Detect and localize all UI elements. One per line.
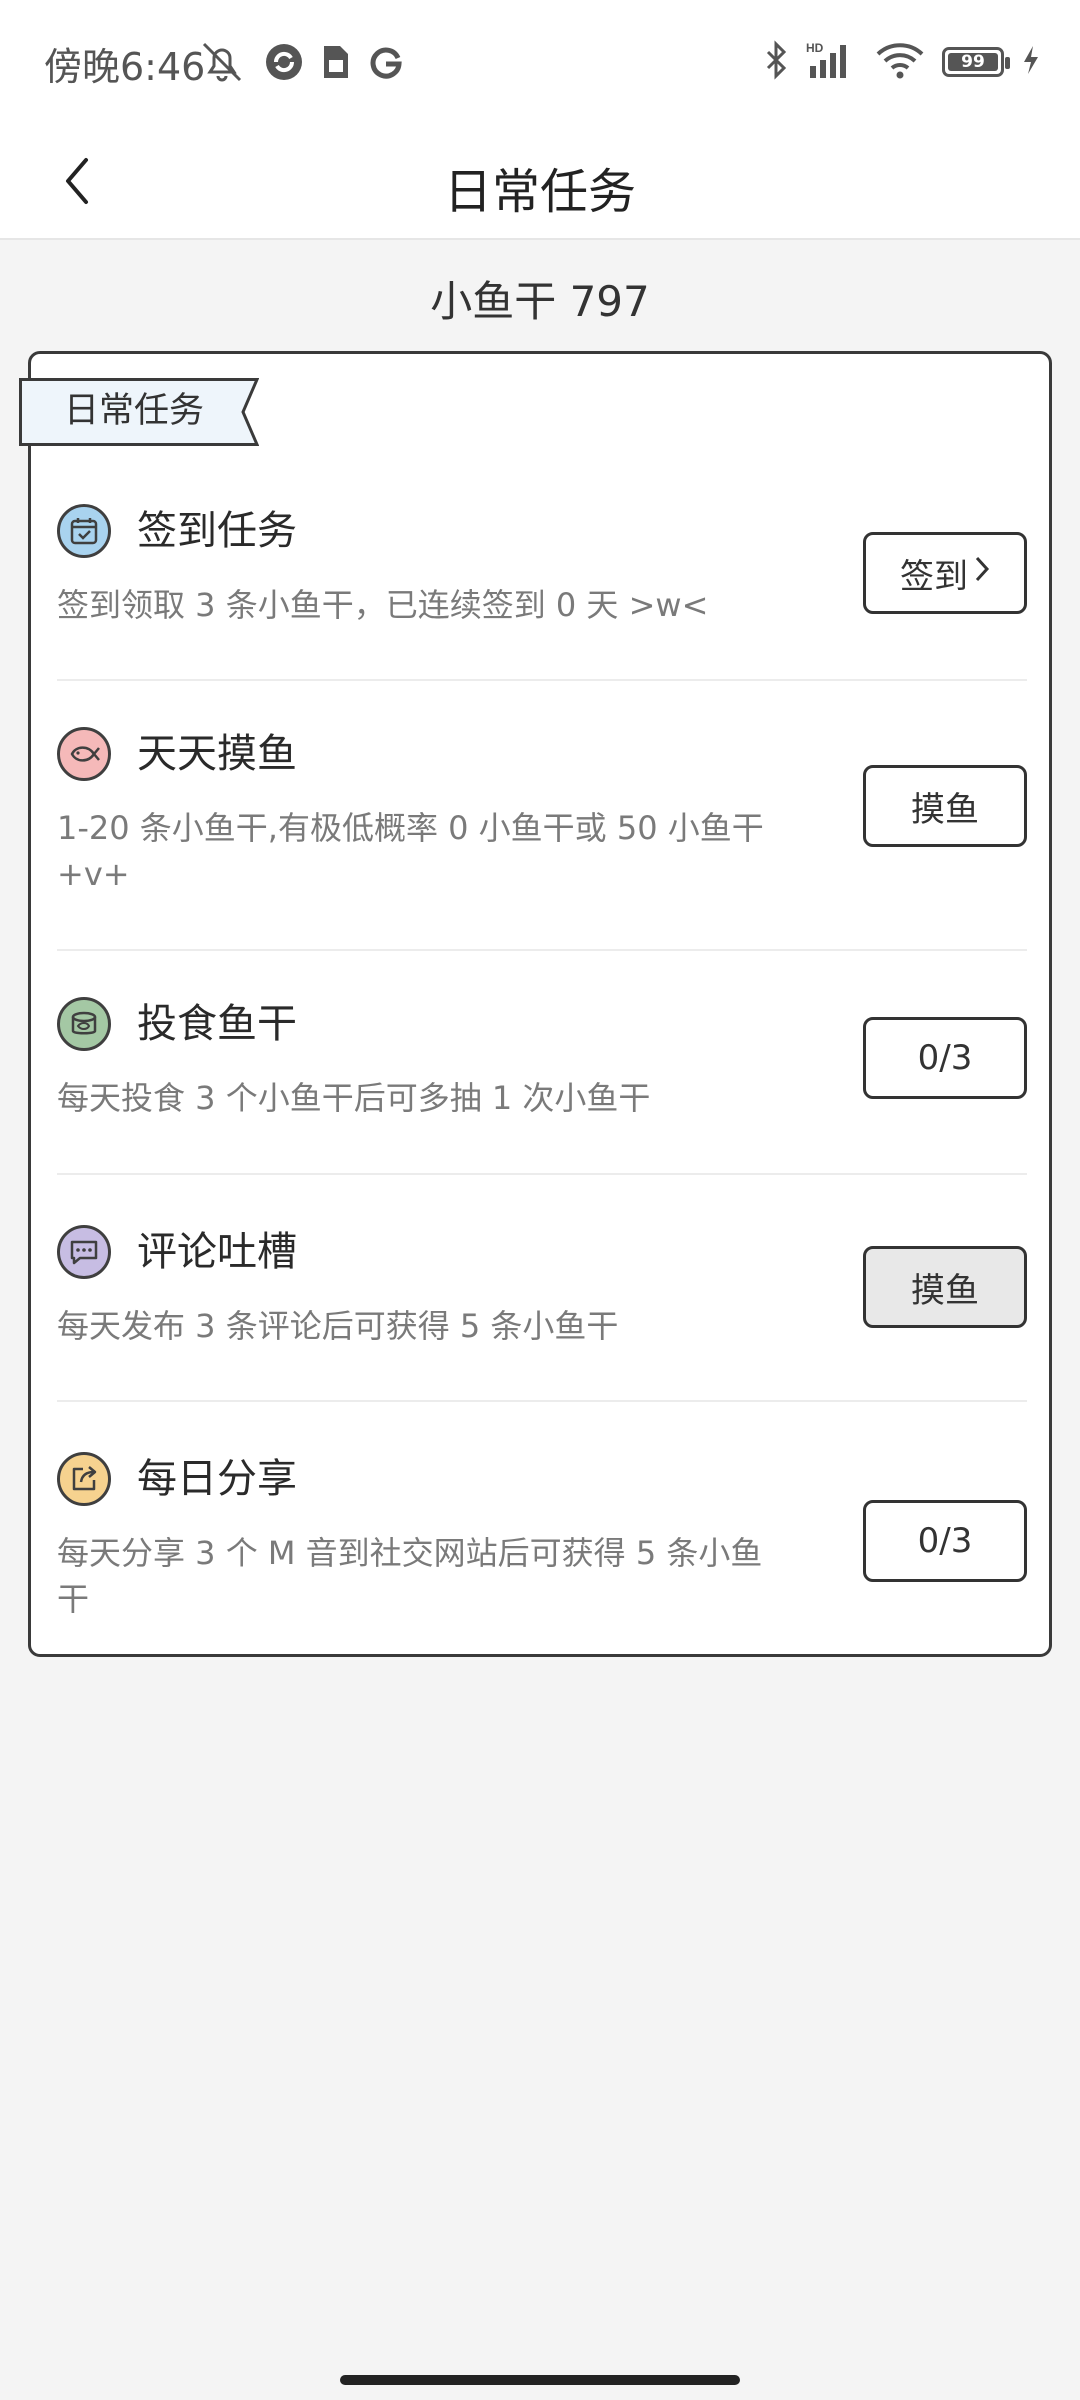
task-feed-fish: 投食鱼干 每天投食 3 个小鱼干后可多抽 1 次小鱼干 0/3 <box>57 997 1027 1175</box>
task-title: 签到任务 <box>137 508 297 554</box>
section-ribbon: 日常任务 <box>19 378 259 446</box>
google-icon <box>368 44 404 84</box>
button-label: 0/3 <box>917 1521 973 1561</box>
share-progress-button[interactable]: 0/3 <box>863 1500 1027 1582</box>
task-title: 投食鱼干 <box>137 1001 297 1047</box>
section-title: 日常任务 <box>63 391 204 431</box>
checkin-button[interactable]: 签到 <box>863 532 1027 614</box>
status-bar: 傍晚6:46 HD 99 <box>0 0 1080 128</box>
comment-icon <box>57 1225 111 1279</box>
sync-icon <box>264 42 304 86</box>
task-title: 每日分享 <box>137 1456 297 1502</box>
status-notification-icons <box>198 40 404 88</box>
battery-icon: 99 <box>942 47 1010 77</box>
task-comment: 评论吐槽 每天发布 3 条评论后可获得 5 条小鱼干 摸鱼 <box>57 1225 1027 1402</box>
home-indicator[interactable] <box>340 2375 740 2385</box>
button-label: 摸鱼 <box>911 789 979 830</box>
fish-count: 小鱼干 797 <box>430 277 650 326</box>
status-system-icons: HD 99 <box>764 40 1040 84</box>
app-bar: 日常任务 <box>0 128 1080 240</box>
daily-task-card: 日常任务 签到任务 签到领取 3 条小鱼干，已连续签到 0 天 >w< 签到 天… <box>19 351 1052 1657</box>
comment-button[interactable]: 摸鱼 <box>863 1246 1027 1328</box>
wifi-icon <box>876 40 924 84</box>
task-title: 天天摸鱼 <box>137 731 297 777</box>
task-share: 每日分享 每天分享 3 个 M 音到社交网站后可获得 5 条小鱼干 0/3 <box>57 1452 1027 1618</box>
fishing-button[interactable]: 摸鱼 <box>863 765 1027 847</box>
bluetooth-icon <box>764 40 788 84</box>
chevron-right-icon <box>974 553 990 593</box>
task-description: 签到领取 3 条小鱼干，已连续签到 0 天 >w< <box>57 586 709 624</box>
calendar-icon <box>57 504 111 558</box>
task-description: 1-20 条小鱼干,有极低概率 0 小鱼干或 50 小鱼干 +v+ <box>57 809 764 893</box>
task-description: 每天投食 3 个小鱼干后可多抽 1 次小鱼干 <box>57 1079 651 1117</box>
share-icon <box>57 1452 111 1506</box>
button-label: 摸鱼 <box>911 1270 979 1311</box>
task-description: 每天发布 3 条评论后可获得 5 条小鱼干 <box>57 1307 619 1345</box>
mute-alarm-icon <box>198 40 246 88</box>
can-icon <box>57 997 111 1051</box>
page-title: 日常任务 <box>443 164 636 220</box>
feed-progress-button[interactable]: 0/3 <box>863 1017 1027 1099</box>
button-label: 签到 <box>900 556 968 597</box>
task-checkin: 签到任务 签到领取 3 条小鱼干，已连续签到 0 天 >w< 签到 <box>57 504 1027 681</box>
sim-icon <box>322 44 350 84</box>
status-time: 傍晚6:46 <box>44 45 206 89</box>
charging-icon <box>1022 45 1040 79</box>
fish-icon <box>57 727 111 781</box>
task-title: 评论吐槽 <box>137 1229 297 1275</box>
svg-text:HD: HD <box>806 41 824 55</box>
signal-icon: HD <box>806 40 858 84</box>
battery-level: 99 <box>948 53 998 71</box>
task-daily-fishing: 天天摸鱼 1-20 条小鱼干,有极低概率 0 小鱼干或 50 小鱼干 +v+ 摸… <box>57 727 1027 951</box>
button-label: 0/3 <box>917 1038 973 1078</box>
task-description: 每天分享 3 个 M 音到社交网站后可获得 5 条小鱼干 <box>57 1534 763 1618</box>
